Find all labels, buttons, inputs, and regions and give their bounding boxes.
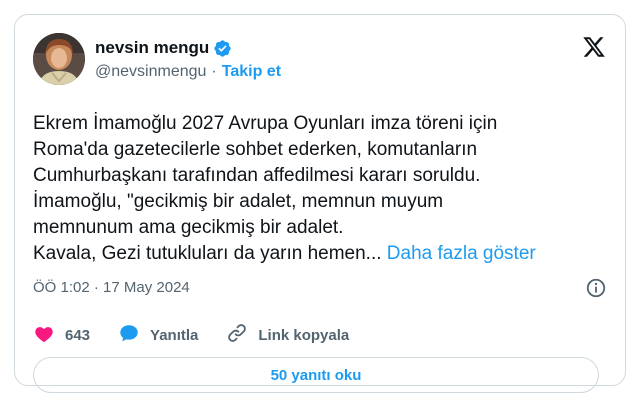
tweet-text-line: Cumhurbaşkanı tarafından affedilmesi kar… xyxy=(33,165,481,186)
tweet-text-line: İmamoğlu, "gecikmiş bir adalet, memnun m… xyxy=(33,191,444,212)
tweet-text-line: Roma'da gazetecilerle sohbet ederken, ko… xyxy=(33,139,478,160)
read-replies-button[interactable]: 50 yanıtı oku xyxy=(33,357,599,393)
verified-badge-icon[interactable] xyxy=(213,39,232,58)
tweet-text: Ekrem İmamoğlu 2027 Avrupa Oyunları imza… xyxy=(33,111,613,267)
tweet-text-line: Ekrem İmamoğlu 2027 Avrupa Oyunları imza… xyxy=(33,113,498,134)
tweet-card: nevsin mengu @nevsinmengu · Takip et Ekr xyxy=(14,14,626,393)
follow-link[interactable]: Takip et xyxy=(222,63,281,81)
heart-icon xyxy=(33,322,55,349)
avatar[interactable] xyxy=(33,33,85,85)
link-icon xyxy=(226,322,248,349)
tweet-text-line: memnunum ama gecikmiş bir adalet. xyxy=(33,217,344,238)
tweet-text-fragment: Kavala, Gezi tutukluları da yarın hemen.… xyxy=(33,243,382,264)
timestamp[interactable]: ÖÖ 1:02 · 17 May 2024 xyxy=(33,279,190,296)
handle[interactable]: @nevsinmengu xyxy=(95,63,206,81)
x-logo-icon[interactable] xyxy=(581,35,607,59)
like-count: 643 xyxy=(65,326,91,344)
action-bar: 643 Yanıtla Link kopyala xyxy=(33,323,377,347)
tweet-text-line-last: Kavala, Gezi tutukluları da yarın hemen.… xyxy=(33,241,613,267)
info-icon[interactable] xyxy=(585,277,607,299)
display-name[interactable]: nevsin mengu xyxy=(95,38,209,58)
copy-link-label: Link kopyala xyxy=(258,326,350,344)
reply-button[interactable]: Yanıtla xyxy=(118,322,198,349)
show-more-link[interactable]: Daha fazla göster xyxy=(387,243,536,264)
like-button[interactable]: 643 xyxy=(33,322,90,349)
reply-label: Yanıtla xyxy=(150,326,199,344)
separator-dot: · xyxy=(211,63,217,80)
tweet-header: nevsin mengu @nevsinmengu · Takip et xyxy=(33,33,607,85)
speech-bubble-icon xyxy=(118,322,140,349)
copy-link-button[interactable]: Link kopyala xyxy=(226,322,349,349)
